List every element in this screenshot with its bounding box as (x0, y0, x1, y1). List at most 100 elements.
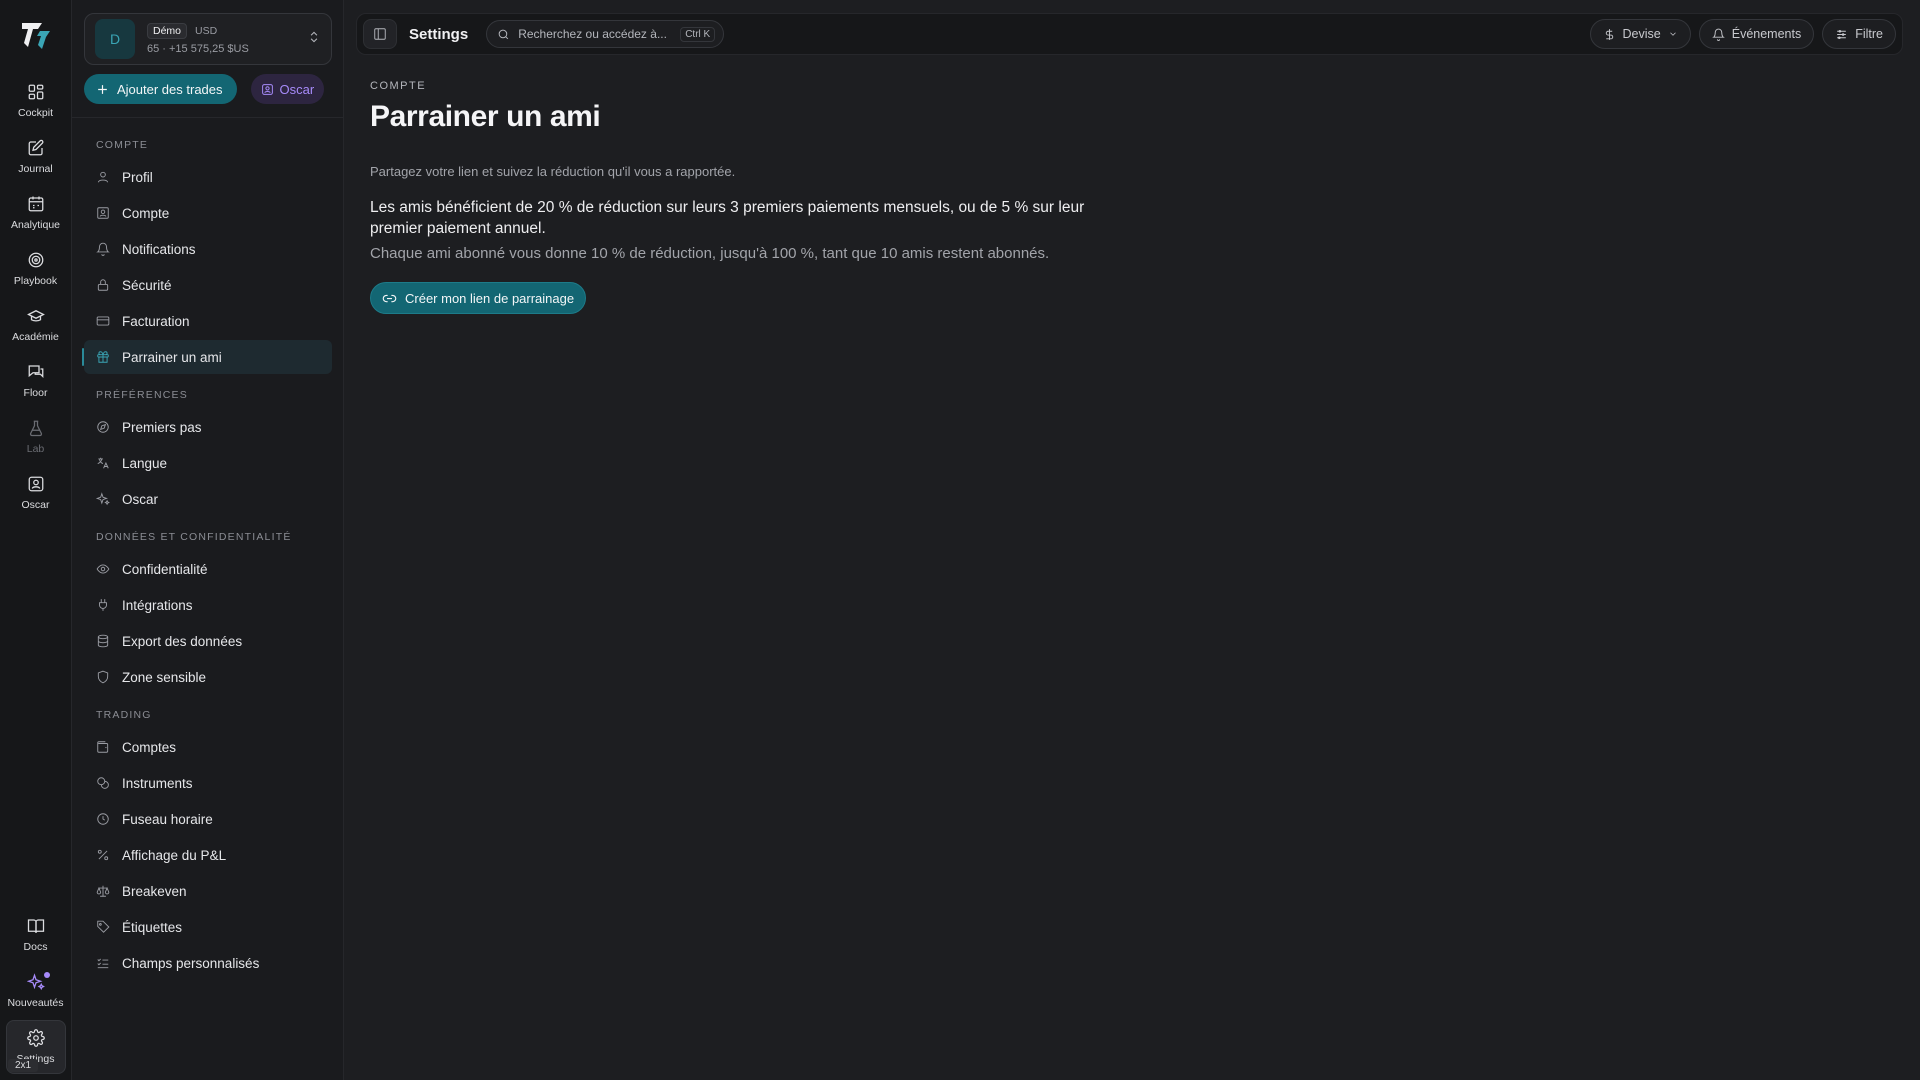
translate-icon (97, 457, 109, 469)
rail-item-lab[interactable]: Lab (6, 410, 66, 464)
rail-item-academie[interactable]: Académie (6, 298, 66, 352)
chevron-down-icon (1669, 32, 1676, 36)
account-currency: USD (195, 25, 218, 37)
nav-item-profil[interactable]: Profil (84, 160, 332, 194)
nav-item-label: Intégrations (122, 597, 193, 613)
nav-item-fuseau[interactable]: Fuseau horaire (84, 802, 332, 836)
main-content: COMPTE Parrainer un ami Partagez votre l… (370, 80, 1130, 314)
nav-item-oscar[interactable]: Oscar (84, 482, 332, 516)
nav-item-label: Langue (122, 455, 168, 471)
search-placeholder: Recherchez ou accédez à... (518, 27, 667, 41)
nav-item-parrainer[interactable]: Parrainer un ami (82, 340, 332, 374)
nav-item-label: Parrainer un ami (122, 349, 222, 365)
rail-item-label: Playbook (13, 275, 58, 287)
page-title: Settings (409, 25, 469, 43)
rail-item-label: Lab (26, 443, 45, 455)
calendar-chart-icon (28, 196, 43, 212)
bell-icon (96, 242, 110, 256)
app-logo[interactable] (16, 16, 56, 56)
nav-item-instruments[interactable]: Instruments (84, 766, 332, 800)
notification-dot (43, 972, 50, 978)
search-shortcut: Ctrl K (680, 26, 716, 42)
compass-icon (97, 421, 109, 433)
nav-item-label: Instruments (122, 775, 193, 791)
primary-rail: Cockpit Journal Analytique Playbook Acad… (0, 0, 72, 1080)
dollar-icon (1605, 28, 1613, 40)
search-input[interactable]: Recherchez ou accédez à... Ctrl K (486, 20, 725, 48)
account-avatar: D (95, 19, 135, 59)
zoom-badge: 2x1 (8, 1059, 39, 1072)
referral-user-benefit: Chaque ami abonné vous donne 10 % de réd… (370, 245, 1050, 262)
nav-item-langue[interactable]: Langue (84, 446, 332, 480)
gift-icon (97, 351, 109, 363)
filter-button[interactable]: Filtre (1822, 19, 1896, 49)
nav-item-label: Sécurité (122, 277, 172, 293)
nav-item-integrations[interactable]: Intégrations (84, 588, 332, 622)
sidebar-divider (72, 117, 344, 118)
search-icon (498, 29, 509, 39)
bell-icon (1711, 28, 1725, 41)
graduation-cap-icon (26, 310, 45, 322)
eye-icon (96, 564, 110, 574)
bot-icon (261, 83, 273, 95)
create-referral-link-button[interactable]: Créer mon lien de parrainage (370, 282, 587, 314)
rail-item-playbook[interactable]: Playbook (6, 242, 66, 296)
rail-item-label: Floor (23, 387, 48, 399)
scale-icon (96, 885, 110, 897)
chat-bubbles-icon (28, 365, 43, 379)
nav-item-breakeven[interactable]: Breakeven (84, 874, 332, 908)
tag-icon (97, 920, 110, 933)
nav-item-zone-sensible[interactable]: Zone sensible (84, 660, 332, 694)
book-icon (27, 919, 44, 933)
nav-item-export[interactable]: Export des données (84, 624, 332, 658)
shield-icon (97, 670, 109, 684)
logo-icon (21, 23, 50, 49)
nav-item-securite[interactable]: Sécurité (84, 268, 332, 302)
nav-item-premiers-pas[interactable]: Premiers pas (84, 410, 332, 444)
events-label: Événements (1731, 27, 1802, 41)
referral-friend-benefit: Les amis bénéficient de 20 % de réductio… (370, 199, 1085, 237)
rail-item-nouveautes[interactable]: Nouveautés (6, 964, 66, 1018)
nav-item-comptes[interactable]: Comptes (84, 730, 332, 764)
nav-section-title: PRÉFÉRENCES (96, 389, 188, 401)
nav-item-label: Affichage du P&L (122, 847, 227, 863)
oscar-label: Oscar (279, 81, 315, 97)
rail-item-cockpit[interactable]: Cockpit (6, 74, 66, 128)
grid-icon (28, 84, 43, 100)
nav-item-label: Breakeven (122, 883, 187, 899)
add-trades-button[interactable]: Ajouter des trades (84, 74, 237, 104)
sidebar-toggle-button[interactable] (363, 19, 397, 49)
settings-sidebar: D Démo USD 65 · +15 575,25 $US Ajouter d… (72, 0, 344, 1080)
nav-item-affichage-pnl[interactable]: Affichage du P&L (84, 838, 332, 872)
plug-icon (99, 599, 107, 611)
nav-item-confidentialite[interactable]: Confidentialité (84, 552, 332, 586)
rail-item-label: Journal (18, 163, 53, 175)
nav-item-compte[interactable]: Compte (84, 196, 332, 230)
oscar-button[interactable]: Oscar (250, 74, 325, 104)
events-button[interactable]: Événements (1698, 19, 1815, 49)
rail-item-floor[interactable]: Floor (6, 354, 66, 408)
nav-item-etiquettes[interactable]: Étiquettes (84, 910, 332, 944)
nav-item-label: Compte (122, 205, 170, 221)
nav-item-label: Oscar (122, 491, 159, 507)
nav-item-notifications[interactable]: Notifications (84, 232, 332, 266)
currency-dropdown[interactable]: Devise (1589, 19, 1691, 49)
rail-item-label: Oscar (21, 499, 50, 511)
content-title: Parrainer un ami (370, 100, 601, 133)
rail-item-label: Académie (12, 331, 59, 343)
top-bar: Settings Recherchez ou accédez à... Ctrl… (356, 13, 1903, 55)
rail-item-journal[interactable]: Journal (6, 130, 66, 184)
nav-item-facturation[interactable]: Facturation (84, 304, 332, 338)
rail-item-oscar[interactable]: Oscar (6, 466, 66, 520)
nav-item-champs[interactable]: Champs personnalisés (84, 946, 332, 980)
rail-item-label: Nouveautés (7, 997, 64, 1009)
clock-icon (97, 813, 109, 825)
account-switcher[interactable]: D Démo USD 65 · +15 575,25 $US (84, 13, 332, 65)
rail-item-analytique[interactable]: Analytique (6, 186, 66, 240)
rail-item-docs[interactable]: Docs (6, 908, 66, 962)
sliders-icon (1837, 29, 1847, 39)
user-icon (97, 171, 109, 183)
nav-item-label: Facturation (122, 313, 190, 329)
nav-section-title: COMPTE (96, 139, 149, 151)
settings-nav: COMPTE Profil Compte Notifications Sécur… (82, 132, 332, 982)
